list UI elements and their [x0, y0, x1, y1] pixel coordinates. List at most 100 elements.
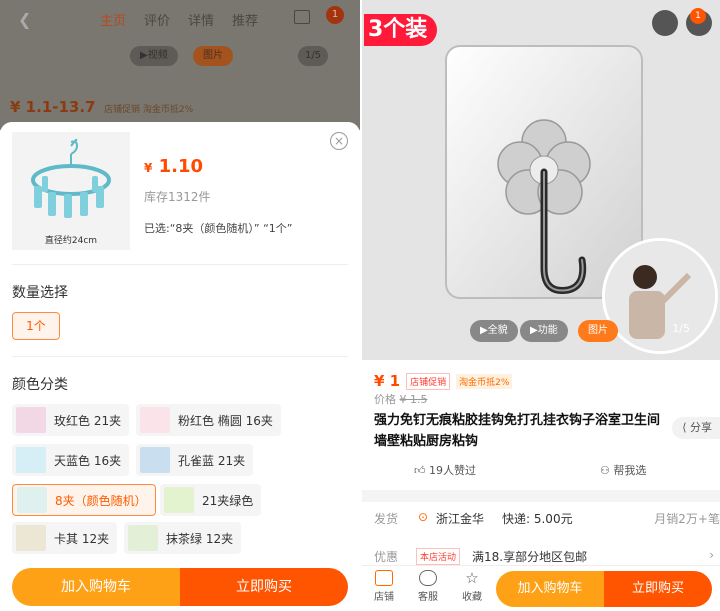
color-option-rose[interactable]: 玫红色 21夹: [12, 404, 130, 436]
product-title: 强力免钉无痕粘胶挂钩免打孔挂衣钩子浴室卫生间墙壁粘贴厨房粘钩: [374, 413, 661, 449]
discount-row[interactable]: 优惠 本店活动 满18.享部分地区包邮 ›: [374, 548, 720, 565]
color-option-matcha[interactable]: 抹茶绿 12夹: [124, 522, 242, 554]
notification-badge: 1: [690, 8, 706, 24]
likes-count[interactable]: 👍︎ 19人赞过: [414, 462, 476, 478]
share-icon: ⟨: [682, 421, 687, 434]
option-label: 卡其 12夹: [54, 531, 110, 546]
share-label: 分享: [690, 421, 712, 434]
store-icon: [375, 570, 393, 586]
original-price-value: ¥ 1.5: [399, 393, 428, 406]
add-to-cart-button[interactable]: 加入购物车: [12, 568, 180, 606]
color-option-khaki[interactable]: 卡其 12夹: [12, 522, 118, 554]
nav-service-label: 客服: [418, 592, 438, 603]
nav-store[interactable]: 店铺: [364, 570, 404, 603]
nav-favorite[interactable]: ☆ 收藏: [452, 570, 492, 603]
location-icon: ⊙: [418, 510, 429, 524]
shipping-label: 发货: [374, 512, 399, 526]
image-counter: 1/5: [672, 322, 690, 335]
add-to-cart-button[interactable]: 加入购物车: [496, 571, 604, 607]
tab-home[interactable]: 主页: [100, 10, 126, 29]
back-icon[interactable]: ❮: [18, 10, 31, 29]
pack-count-label: 3个装: [364, 14, 438, 46]
discount-text: 满18.享部分地区包邮: [472, 550, 588, 564]
tab-details[interactable]: 详情: [188, 10, 214, 29]
swatch-image: [16, 525, 46, 551]
option-label: 21夹绿色: [202, 493, 254, 508]
swatch-image: [140, 447, 170, 473]
nav-favorite-label: 收藏: [462, 592, 482, 603]
color-option-pink-oval[interactable]: 粉红色 椭圆 16夹: [136, 404, 281, 436]
swatch-image: [140, 407, 170, 433]
nav-service[interactable]: 客服: [408, 570, 448, 603]
chat-icon: [419, 570, 437, 586]
tab-reviews[interactable]: 评价: [144, 10, 170, 29]
coin-tag: 淘金币抵2%: [456, 373, 513, 389]
color-option-sky-blue[interactable]: 天蓝色 16夹: [12, 444, 130, 476]
action-bar: 加入购物车 立即购买: [496, 571, 712, 607]
people-icon: ⚇: [600, 464, 610, 477]
shipping-row: 发货 ⊙ 浙江金华 快递: 5.00元 月销2万+笔: [374, 510, 720, 528]
divider: [12, 264, 348, 265]
swatch-image: [16, 447, 46, 473]
color-option-random[interactable]: 8夹（颜色随机）: [12, 484, 156, 516]
price-range: ¥ 1.1-13.7: [10, 98, 96, 116]
feature-pill[interactable]: ▶功能: [520, 320, 568, 342]
option-label: 粉红色 椭圆 16夹: [178, 413, 273, 428]
product-tabs: 主页 评价 详情 推荐: [100, 10, 258, 29]
share-button[interactable]: ⟨ 分享: [672, 417, 720, 439]
section-gap: [362, 490, 720, 502]
hanger-image: [31, 138, 111, 218]
thumbs-up-icon: 👍︎: [414, 464, 426, 477]
swatch-image: [128, 525, 158, 551]
swatch-image: [164, 487, 194, 513]
monthly-sales: 月销2万+笔: [654, 512, 720, 526]
color-option-peacock-blue[interactable]: 孔雀蓝 21夹: [136, 444, 254, 476]
shipping-location: 浙江金华: [436, 512, 485, 526]
stock-count: 库存1312件: [144, 190, 211, 204]
product-detail-screen: 3个装 1 ▶全貌 ▶功能 图片 1/5 ¥ 1 店铺促销 淘金币抵2% 价格 …: [362, 0, 720, 611]
help-choose-button[interactable]: ⚇ 帮我选: [600, 462, 646, 478]
close-button[interactable]: ×: [330, 132, 348, 150]
tab-recommend[interactable]: 推荐: [232, 10, 258, 29]
help-choose-text: 帮我选: [613, 464, 647, 477]
sku-price: ¥ 1.10: [144, 156, 203, 177]
image-caption: 直径约24cm: [44, 236, 98, 246]
cart-icon[interactable]: [652, 10, 678, 36]
currency-symbol: ¥: [144, 161, 153, 175]
cart-icon[interactable]: [294, 10, 310, 24]
product-hero-image[interactable]: 3个装 1 ▶全貌 ▶功能 图片 1/5: [362, 0, 720, 360]
buy-now-button[interactable]: 立即购买: [180, 568, 348, 606]
discount-label: 优惠: [374, 550, 399, 564]
color-title: 颜色分类: [12, 377, 68, 393]
video-pill[interactable]: ▶视频: [130, 46, 178, 66]
action-bar: 加入购物车 立即购买: [12, 568, 348, 606]
picture-pill[interactable]: 图片: [193, 46, 233, 66]
swatch-image: [17, 487, 47, 513]
product-thumbnail: 直径约24cm: [12, 132, 130, 250]
color-option-green-21[interactable]: 21夹绿色: [160, 484, 262, 516]
nav-store-label: 店铺: [374, 592, 394, 603]
promo-tags: 店铺促销 淘金币抵2%: [104, 105, 194, 115]
dimmed-product-header: ❮ 主页 评价 详情 推荐 1 ▶视频 图片 1/5 ¥ 1.1-13.7 店铺…: [0, 0, 360, 130]
shipping-fee: 快递: 5.00元: [502, 512, 573, 526]
quantity-title: 数量选择: [12, 285, 68, 301]
divider: [12, 356, 348, 357]
option-label: 抹茶绿 12夹: [166, 531, 234, 546]
bottom-action-bar: 店铺 客服 ☆ 收藏 加入购物车 立即购买: [362, 565, 720, 611]
option-label: 孔雀蓝 21夹: [178, 453, 246, 468]
demo-video-thumbnail[interactable]: [602, 238, 718, 354]
swatch-image: [16, 407, 46, 433]
current-price: ¥ 1: [374, 372, 401, 390]
quantity-option-1[interactable]: 1个: [12, 312, 60, 340]
notification-badge: 1: [326, 6, 344, 24]
star-icon: ☆: [465, 569, 479, 587]
option-label: 8夹（颜色随机）: [55, 493, 147, 508]
buy-now-button[interactable]: 立即购买: [604, 571, 712, 607]
picture-pill[interactable]: 图片: [578, 320, 618, 342]
price-row: ¥ 1 店铺促销 淘金币抵2%: [374, 372, 518, 390]
selected-summary: 已选:“8夹（颜色随机）” “1个”: [144, 222, 293, 235]
panorama-pill[interactable]: ▶全貌: [470, 320, 518, 342]
option-label: 天蓝色 16夹: [54, 453, 122, 468]
sku-selection-screen: ❮ 主页 评价 详情 推荐 1 ▶视频 图片 1/5 ¥ 1.1-13.7 店铺…: [0, 0, 360, 611]
chevron-right-icon: ›: [709, 548, 714, 562]
